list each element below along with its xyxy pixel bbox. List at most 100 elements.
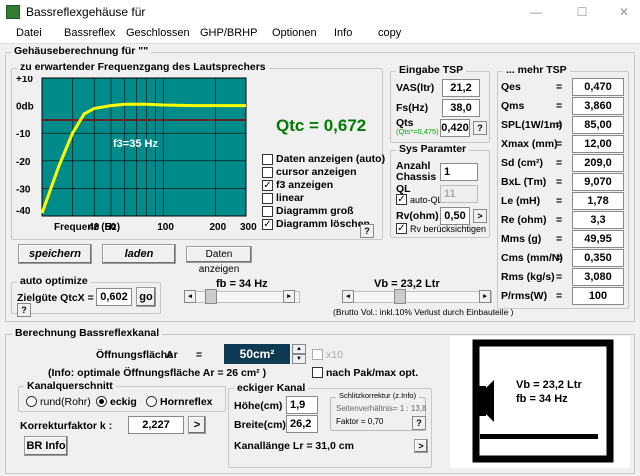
ar-down-arrow[interactable]: ▼ [292, 354, 306, 364]
korrektur-next-button[interactable]: > [188, 416, 206, 434]
tsp-label: SPL(1W/1m) [501, 119, 563, 131]
minimize-icon[interactable]: — [528, 4, 544, 20]
optimize-help-button[interactable]: ? [17, 303, 31, 317]
chart-option-label: Diagramm löschen [276, 218, 370, 230]
menu-datei[interactable]: Datei [16, 27, 42, 39]
tsp-equals: = [556, 252, 563, 264]
fs-input[interactable]: 38,0 [442, 99, 480, 117]
tsp-label: Rms (kg/s) [501, 271, 555, 283]
menu-optionen[interactable]: Optionen [272, 27, 317, 39]
fb-right-arrow[interactable]: ▸ [283, 290, 295, 303]
rv-checkbox[interactable]: ✓ [396, 223, 407, 234]
daten-anzeigen-button[interactable]: Daten anzeigen [186, 246, 252, 275]
freq-title: zu erwartender Frequenzgang des Lautspre… [17, 61, 269, 73]
tsp-value[interactable]: 209,0 [572, 154, 624, 172]
vb-slider[interactable] [342, 291, 492, 303]
close-icon[interactable]: ✕ [616, 4, 632, 20]
mehr-title: ... mehr TSP [503, 64, 570, 76]
eingabe-title: Eingabe TSP [396, 64, 467, 76]
ql-input[interactable]: 11 [440, 185, 478, 203]
chart-option-label: linear [276, 192, 305, 204]
hoehe-input[interactable]: 1,9 [286, 396, 318, 414]
auto-ql-checkbox[interactable]: ✓ [396, 194, 407, 205]
chart-option-checkbox[interactable] [262, 206, 273, 217]
menu-ghp-brhp[interactable]: GHP/BRHP [200, 27, 257, 39]
tsp-value[interactable]: 1,78 [572, 192, 624, 210]
tsp-label: Re (ohm) [501, 214, 547, 226]
qts-help-button[interactable]: ? [473, 121, 487, 135]
qts-input[interactable]: 0,420 [440, 119, 470, 137]
app-icon [6, 5, 20, 19]
chart-option-checkbox[interactable] [262, 154, 273, 165]
anzahl-input[interactable]: 1 [440, 163, 478, 181]
breite-input[interactable]: 26,2 [286, 415, 318, 433]
ar-up-arrow[interactable]: ▲ [292, 344, 306, 354]
tsp-equals: = [556, 100, 563, 112]
tsp-value[interactable]: 12,00 [572, 135, 624, 153]
schlitz-help-button[interactable]: ? [412, 416, 426, 430]
vas-input[interactable]: 21,2 [442, 79, 480, 97]
hornreflex-label: Hornreflex [160, 396, 213, 408]
tsp-value[interactable]: 3,860 [572, 97, 624, 115]
tsp-value[interactable]: 100 [572, 287, 624, 305]
x10-checkbox[interactable] [312, 349, 323, 360]
menu-copy[interactable]: copy [378, 27, 401, 39]
flaeche-label: Öffnungsfläche [96, 349, 174, 361]
laden-button[interactable]: laden [102, 244, 176, 264]
tsp-label: BxL (Tm) [501, 176, 547, 188]
tsp-label: Mms (g) [501, 233, 542, 245]
tsp-value[interactable]: 3,3 [572, 211, 624, 229]
maximize-icon[interactable]: ☐ [574, 4, 590, 20]
sys-title: Sys Paramter [396, 143, 470, 155]
enclosure-diagram: Vb = 23,2 Ltr fb = 34 Hz [450, 336, 630, 468]
tsp-value[interactable]: 85,00 [572, 116, 624, 134]
kanallaenge-label: Kanallänge Lr = 31,0 cm [234, 440, 354, 452]
y-tick-label: +10 [16, 76, 33, 85]
eckig-title: eckiger Kanal [234, 382, 309, 394]
speichern-button[interactable]: speichern [18, 244, 92, 264]
br-info-button[interactable]: BR Info [24, 436, 68, 456]
rv-label: Rv(ohm) [396, 210, 439, 222]
eckig-radio[interactable] [96, 396, 107, 407]
optimal-info: (Info: optimale Öffnungsfläche Ar = 26 c… [48, 367, 267, 379]
tsp-equals: = [556, 176, 563, 188]
fb-left-arrow[interactable]: ◂ [184, 290, 196, 303]
tsp-value[interactable]: 0,470 [572, 78, 624, 96]
chart-option-label: f3 anzeigen [276, 179, 334, 191]
kanallaenge-next-button[interactable]: > [414, 439, 428, 453]
hornreflex-radio[interactable] [146, 396, 157, 407]
qtc-value: Qtc = 0,672 [276, 116, 367, 135]
x-tick-label: 100 [157, 222, 174, 233]
fb-slider-thumb[interactable] [205, 289, 217, 304]
menu-info[interactable]: Info [334, 27, 352, 39]
go-button[interactable]: go [136, 287, 156, 307]
korrektur-input[interactable]: 2,227 [128, 416, 184, 434]
chart-option-checkbox[interactable] [262, 193, 273, 204]
chart-help-button[interactable]: ? [360, 224, 374, 238]
rv-next-button[interactable]: > [473, 209, 487, 223]
diagram-vb: Vb = 23,2 Ltr [516, 379, 582, 391]
tsp-equals: = [556, 138, 563, 150]
qtcx-input[interactable]: 0,602 [96, 288, 132, 306]
tsp-equals: = [556, 81, 563, 93]
tsp-value[interactable]: 0,350 [572, 249, 624, 267]
menu-bassreflex[interactable]: Bassreflex [64, 27, 115, 39]
rund-radio[interactable] [26, 396, 37, 407]
vb-right-arrow[interactable]: ▸ [479, 290, 491, 303]
rv-input[interactable]: 0,50 [440, 207, 470, 225]
vb-slider-thumb[interactable] [393, 289, 406, 304]
tsp-value[interactable]: 9,070 [572, 173, 624, 191]
nach-pak-checkbox[interactable] [312, 367, 323, 378]
chart-option-checkbox[interactable]: ✓ [262, 180, 273, 191]
anzahl-label: Anzahl Chassis [396, 160, 437, 183]
chart-option-checkbox[interactable]: ✓ [262, 219, 273, 230]
tsp-equals: = [556, 214, 563, 226]
y-tick-label: -20 [16, 157, 31, 168]
tsp-value[interactable]: 3,080 [572, 268, 624, 286]
tsp-value[interactable]: 49,95 [572, 230, 624, 248]
vb-left-arrow[interactable]: ◂ [342, 290, 354, 303]
chart-option-checkbox[interactable] [262, 167, 273, 178]
menu-geschlossen[interactable]: Geschlossen [126, 27, 190, 39]
tsp-label: Le (mH) [501, 195, 541, 207]
chart-option-label: Diagramm groß [276, 205, 354, 217]
